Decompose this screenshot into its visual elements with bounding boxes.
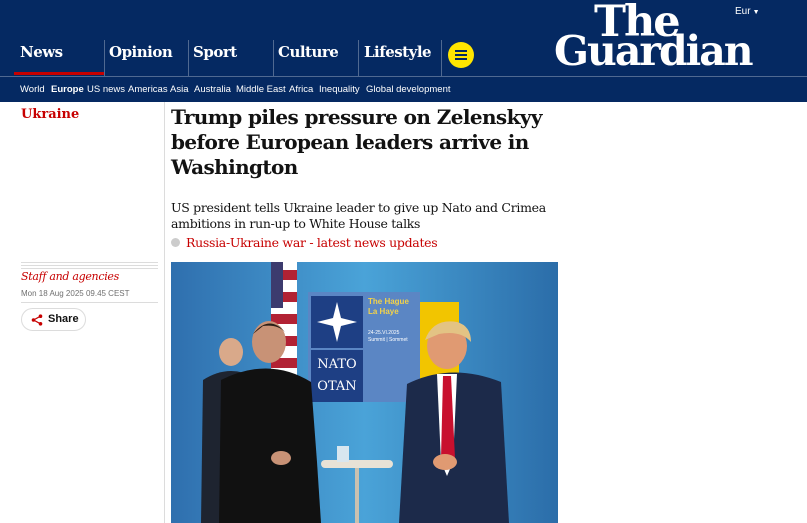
menu-button[interactable] bbox=[448, 42, 474, 68]
summit-dates: 24-25.VI.2025 bbox=[368, 330, 400, 336]
headline-line: Washington bbox=[171, 155, 298, 179]
pillar-divider bbox=[358, 40, 359, 76]
lead-photo[interactable]: The Hague La Haye 24-25.VI.2025 Summit |… bbox=[171, 262, 558, 523]
nato-sign-text: NATO bbox=[317, 357, 356, 372]
share-icon bbox=[31, 314, 43, 326]
subnav-us-news[interactable]: US news bbox=[87, 84, 125, 95]
meta-rule bbox=[21, 268, 158, 269]
pillar-lifestyle[interactable]: Lifestyle bbox=[364, 43, 432, 61]
subnav-europe[interactable]: Europe bbox=[51, 84, 84, 95]
column-divider bbox=[164, 102, 165, 523]
photo-illustration: The Hague La Haye 24-25.VI.2025 Summit |… bbox=[171, 262, 558, 523]
subnav-africa[interactable]: Africa bbox=[289, 84, 313, 95]
edition-selector[interactable]: Eur ▼ bbox=[735, 6, 760, 17]
summit-city-fr: La Haye bbox=[368, 307, 399, 316]
logo-guardian[interactable]: Guardian bbox=[554, 31, 754, 72]
meta-rule bbox=[21, 265, 158, 266]
meta-rule bbox=[21, 302, 158, 303]
byline[interactable]: Staff and agencies bbox=[21, 270, 119, 283]
summit-city: The Hague bbox=[368, 297, 409, 306]
headline-line: before European leaders arrive in bbox=[171, 130, 529, 154]
otan-sign-text: OTAN bbox=[317, 379, 356, 394]
headline-line: Trump piles pressure on Zelenskyy bbox=[171, 105, 542, 129]
share-button[interactable]: Share bbox=[21, 308, 86, 331]
masthead: Eur ▼ The Guardian News Opinion Sport Cul… bbox=[0, 0, 807, 76]
article-standfirst: US president tells Ukraine leader to giv… bbox=[171, 200, 546, 232]
subnav-global-development[interactable]: Global development bbox=[366, 84, 451, 95]
share-label: Share bbox=[48, 313, 79, 325]
dateline[interactable]: Mon 18 Aug 2025 09.45 CEST bbox=[21, 289, 130, 298]
pillar-culture[interactable]: Culture bbox=[278, 43, 339, 61]
water-glass bbox=[337, 446, 349, 462]
active-pillar-indicator bbox=[14, 72, 104, 75]
summit-label: Summit | Sommet bbox=[368, 337, 408, 343]
pillar-divider bbox=[188, 40, 189, 76]
pillar-opinion[interactable]: Opinion bbox=[109, 43, 173, 61]
pillar-divider bbox=[273, 40, 274, 76]
meta-rule bbox=[21, 262, 158, 263]
side-table bbox=[321, 460, 393, 468]
edition-label[interactable]: Eur bbox=[735, 6, 751, 17]
article-headline: Trump piles pressure on Zelenskyy before… bbox=[171, 105, 542, 180]
hamburger-icon bbox=[455, 50, 467, 52]
chevron-down-icon: ▼ bbox=[752, 9, 760, 16]
subnav-world[interactable]: World bbox=[20, 84, 45, 95]
pillar-divider bbox=[441, 40, 442, 76]
subnav-asia[interactable]: Asia bbox=[170, 84, 188, 95]
hamburger-icon-bar bbox=[455, 54, 467, 56]
sub-navigation: World Europe US news Americas Asia Austr… bbox=[0, 76, 807, 102]
live-updates-link[interactable]: Russia-Ukraine war - latest news updates bbox=[171, 235, 438, 250]
standfirst-line: US president tells Ukraine leader to giv… bbox=[171, 200, 546, 215]
pillar-divider bbox=[104, 40, 105, 76]
section-label[interactable]: Ukraine bbox=[21, 107, 79, 122]
pillar-news[interactable]: News bbox=[20, 43, 63, 61]
live-updates-label[interactable]: Russia-Ukraine war - latest news updates bbox=[186, 235, 438, 250]
hamburger-icon-bar bbox=[455, 58, 467, 60]
live-dot-icon bbox=[171, 238, 180, 247]
subnav-australia[interactable]: Australia bbox=[194, 84, 231, 95]
subnav-inequality[interactable]: Inequality bbox=[319, 84, 360, 95]
subnav-middle-east[interactable]: Middle East bbox=[236, 84, 286, 95]
table-leg bbox=[355, 468, 359, 523]
subnav-americas[interactable]: Americas bbox=[128, 84, 168, 95]
standfirst-line: ambitions in run-up to White House talks bbox=[171, 216, 421, 231]
pillar-sport[interactable]: Sport bbox=[193, 43, 237, 61]
